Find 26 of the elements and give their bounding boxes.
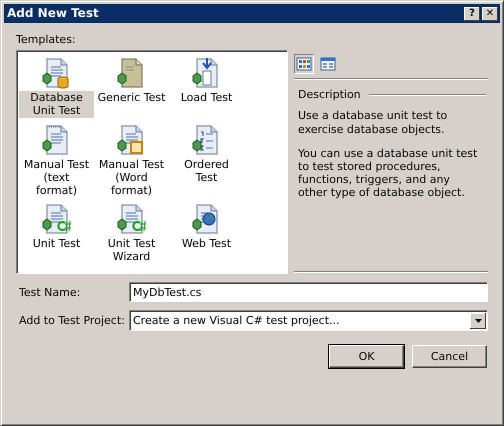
template-item[interactable]: Database Unit Test	[19, 91, 94, 118]
template-item[interactable]: Load Test	[178, 91, 236, 104]
test-name-field[interactable]: MyDbTest.cs	[129, 282, 488, 302]
description-text: You can use a database unit test to test stored procedures, functions, triggers, and any other type of database object.	[298, 146, 478, 200]
template-item[interactable]: Unit Test Wizard	[94, 237, 169, 264]
dropdown-arrow-icon	[474, 318, 482, 323]
field-label: Test Name:	[18, 286, 82, 299]
csharp-document-icon	[40, 203, 72, 236]
window-title: Add New Test	[7, 6, 100, 21]
description-heading: Description	[298, 88, 361, 102]
large-icons-view-button[interactable]	[294, 54, 314, 74]
description-text: Use a database unit test to exercise database objects.	[298, 109, 448, 136]
csharp-document-icon	[116, 203, 148, 236]
field-label: Add to Test Project:	[18, 314, 126, 328]
help-button[interactable]: ?	[464, 6, 480, 20]
template-item[interactable]: Web Test	[178, 237, 234, 250]
ok-button[interactable]: OK	[329, 345, 404, 368]
template-item[interactable]: Ordered Test	[169, 158, 244, 184]
template-item[interactable]: Manual Test (Word format)	[94, 158, 169, 198]
cancel-button[interactable]: Cancel	[412, 345, 487, 368]
templates-label: Templates:	[16, 33, 77, 46]
template-item[interactable]: Manual Test (text format)	[19, 158, 94, 198]
close-button[interactable]: ✕	[482, 6, 498, 20]
template-item[interactable]: Generic Test	[94, 91, 168, 104]
template-item[interactable]: Unit Test	[30, 237, 84, 250]
test-project-dropdown[interactable]: Create a new Visual C# test project...	[129, 310, 488, 332]
